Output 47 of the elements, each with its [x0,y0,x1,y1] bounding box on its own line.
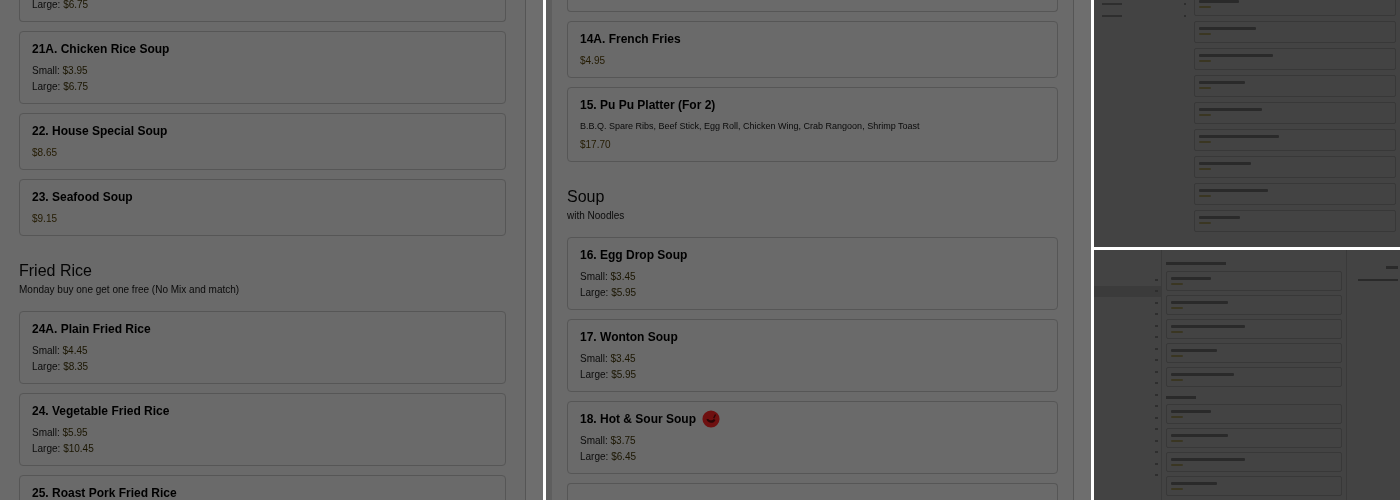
item-title: 18. Hot & Sour Soup [580,411,696,427]
menu-item-card[interactable]: 22. House Special Soup $8.65 [19,113,506,170]
item-title: 23. Seafood Soup [32,189,133,205]
price-line: Small: $3.95 [32,64,88,78]
menu-item-card[interactable]: Large: $6.75 [19,0,506,22]
item-title: 15. Pu Pu Platter (For 2) [580,97,716,113]
scrollbar-track[interactable] [525,0,543,500]
price-line: Large: $8.35 [32,360,89,374]
menu-item-card[interactable]: 25. Roast Pork Fried Rice [19,475,506,500]
scrollbar-track[interactable] [1073,0,1091,500]
section-heading: Soup [567,188,605,206]
section-subtitle: Monday buy one get one free (No Mix and match) [19,284,240,296]
menu-item-card[interactable]: 23. Seafood Soup $9.15 [19,179,506,236]
menu-item-card[interactable]: 15. Pu Pu Platter (For 2) B.B.Q. Spare Ribs, Beef Stick, Egg Roll, Chicken Wing, Crab Rangoon, Shrimp Toast $17.70 [567,87,1058,162]
menu-item-card[interactable]: 14A. French Fries $4.95 [567,21,1058,78]
price-line: Large: $6.75 [32,0,89,12]
item-title: 16. Egg Drop Soup [580,247,688,263]
section-subtitle: with Noodles [567,210,625,222]
section-heading: Fried Rice [19,262,92,280]
item-title: 22. House Special Soup [32,123,168,139]
item-title: 25. Roast Pork Fried Rice [32,485,177,500]
price-line: Large: $6.45 [580,450,637,464]
menu-item-card[interactable]: 24A. Plain Fried Rice Small: $4.45 Large: $8.35 [19,311,506,384]
item-description: B.B.Q. Spare Ribs, Beef Stick, Egg Roll, Chicken Wing, Crab Rangoon, Shrimp Toast [580,120,920,133]
price-line: $9.15 [32,212,58,226]
item-title: 24. Vegetable Fried Rice [32,403,170,419]
price-line: Small: $3.75 [580,434,636,448]
menu-item-card[interactable]: 17. Wonton Soup Small: $3.45 Large: $5.95 [567,319,1058,392]
item-title: 24A. Plain Fried Rice [32,321,151,337]
item-title: 14A. French Fries [580,31,681,47]
menu-item-card[interactable]: 18. Hot & Sour Soup Small: $3.75 Large: $6.45 [567,401,1058,474]
price-line: Small: $4.45 [32,344,88,358]
price-line: Small: $3.45 [580,270,636,284]
price-line: Small: $5.95 [32,426,88,440]
price-line: Large: $10.45 [32,442,94,456]
price-line: $17.70 [580,138,611,152]
menu-item-card[interactable]: 21A. Chicken Rice Soup Small: $3.95 Large: $6.75 [19,31,506,104]
item-title: 17. Wonton Soup [580,329,678,345]
menu-item-card[interactable]: 16. Egg Drop Soup Small: $3.45 Large: $5.95 [567,237,1058,310]
price-line: $4.95 [580,54,606,68]
price-line: Large: $5.95 [580,286,637,300]
price-line: Small: $3.45 [580,352,636,366]
price-line: $8.65 [32,146,58,160]
item-title: 21A. Chicken Rice Soup [32,41,170,57]
menu-item-card[interactable]: 24. Vegetable Fried Rice Small: $5.95 Large: $10.45 [19,393,506,466]
price-line: Large: $5.95 [580,368,637,382]
price-line: Large: $6.75 [32,80,89,94]
